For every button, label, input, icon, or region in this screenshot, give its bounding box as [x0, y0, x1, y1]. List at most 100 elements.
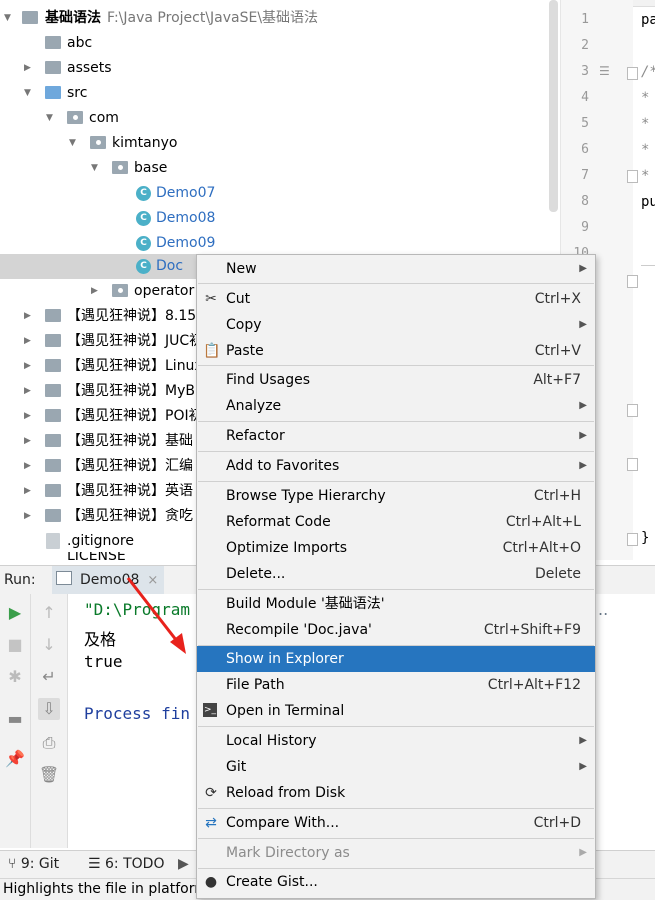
tree-item-com[interactable]: ▼ com: [0, 106, 560, 131]
tree-item-assets[interactable]: ▶ assets: [0, 56, 560, 81]
scroll-up-icon[interactable]: ↑: [38, 602, 60, 624]
trash-icon[interactable]: 🗑: [38, 764, 60, 786]
menu-item-create-gist[interactable]: ● Create Gist...: [197, 869, 595, 895]
fold-marker-icon[interactable]: [627, 170, 638, 183]
collapsed-arrow-icon[interactable]: ▶: [24, 329, 31, 354]
menu-item-reformat-code[interactable]: Reformat Code Ctrl+Alt+L: [197, 509, 595, 535]
menu-item-open-in-terminal[interactable]: >_ Open in Terminal: [197, 698, 595, 724]
git-tool-button[interactable]: ⑂ 9: Git: [8, 856, 59, 872]
menu-item-optimize-imports[interactable]: Optimize Imports Ctrl+Alt+O: [197, 535, 595, 561]
folder-icon: [45, 384, 61, 397]
console-line: "D:\Program: [84, 600, 190, 619]
pin-icon[interactable]: 📌: [4, 748, 26, 770]
fold-marker-icon[interactable]: [627, 533, 638, 546]
menu-item-refactor[interactable]: Refactor ▶: [197, 423, 595, 449]
tree-root[interactable]: ▼ 基础语法 F:\Java Project\JavaSE\基础语法: [0, 6, 560, 31]
scroll-to-end-icon[interactable]: ⇩: [38, 698, 60, 720]
tree-item-label: assets: [67, 60, 112, 76]
menu-item-new[interactable]: New ▶: [197, 256, 595, 282]
fold-marker-icon[interactable]: [627, 67, 638, 80]
collapsed-arrow-icon[interactable]: ▶: [24, 354, 31, 379]
tree-item-label: base: [134, 160, 168, 176]
fold-marker-icon[interactable]: [627, 404, 638, 417]
expand-arrow-icon[interactable]: ▼: [69, 131, 76, 156]
code-line[interactable]: *: [641, 168, 649, 184]
menu-item-git[interactable]: Git ▶: [197, 754, 595, 780]
menu-separator: [198, 481, 594, 482]
tree-item-label: com: [89, 110, 119, 126]
tree-scrollbar[interactable]: [549, 0, 558, 212]
line-number: 4: [581, 90, 589, 105]
code-line[interactable]: }: [641, 530, 649, 546]
stop-icon[interactable]: ■: [4, 634, 26, 656]
layout-icon[interactable]: ▬: [4, 708, 26, 730]
submenu-arrow-icon: ▶: [579, 761, 587, 772]
menu-item-build-module[interactable]: Build Module '基础语法': [197, 591, 595, 617]
menu-item-reload-from-disk[interactable]: ⟳ Reload from Disk: [197, 780, 595, 806]
folder-icon: [45, 61, 61, 74]
menu-item-recompile[interactable]: Recompile 'Doc.java' Ctrl+Shift+F9: [197, 617, 595, 643]
expand-arrow-icon[interactable]: ▼: [91, 156, 98, 181]
print-icon[interactable]: ⎙: [38, 732, 60, 754]
tree-item-demo07[interactable]: C Demo07: [0, 181, 560, 206]
java-class-icon: C: [136, 211, 151, 226]
debug-icon[interactable]: ✱: [4, 666, 26, 688]
scroll-down-icon[interactable]: ↓: [38, 634, 60, 656]
code-line[interactable]: *: [641, 142, 649, 158]
tree-item-kimtanyo[interactable]: ▼ kimtanyo: [0, 131, 560, 156]
menu-item-compare-with[interactable]: ⇄ Compare With... Ctrl+D: [197, 810, 595, 836]
collapsed-arrow-icon[interactable]: ▶: [24, 504, 31, 529]
menu-item-copy[interactable]: Copy ▶: [197, 312, 595, 338]
menu-separator: [198, 451, 594, 452]
close-icon[interactable]: ×: [147, 573, 158, 588]
tree-item-label: 【遇见狂神说】MyB: [67, 383, 195, 399]
menu-item-add-to-favorites[interactable]: Add to Favorites ▶: [197, 453, 595, 479]
git-tool-label: 9: Git: [20, 856, 60, 872]
menu-item-browse-type-hierarchy[interactable]: Browse Type Hierarchy Ctrl+H: [197, 483, 595, 509]
code-line[interactable]: *: [641, 90, 649, 106]
tree-item-base[interactable]: ▼ base: [0, 156, 560, 181]
source-folder-icon: [45, 86, 61, 99]
menu-item-paste[interactable]: 📋 Paste Ctrl+V: [197, 338, 595, 364]
menu-item-find-usages[interactable]: Find Usages Alt+F7: [197, 367, 595, 393]
collapsed-arrow-icon[interactable]: ▶: [91, 279, 98, 304]
collapsed-arrow-icon[interactable]: ▶: [24, 56, 31, 81]
tree-item-demo09[interactable]: C Demo09: [0, 231, 560, 256]
collapsed-arrow-icon[interactable]: ▶: [24, 454, 31, 479]
line-number: 1: [581, 12, 589, 27]
code-line[interactable]: pu: [641, 194, 655, 210]
line-number: 7: [581, 168, 589, 183]
java-class-icon: C: [136, 259, 151, 274]
collapsed-arrow-icon[interactable]: ▶: [24, 404, 31, 429]
fold-marker-icon[interactable]: [627, 275, 638, 288]
tree-item-src[interactable]: ▼ src: [0, 81, 560, 106]
tree-item-demo08[interactable]: C Demo08: [0, 206, 560, 231]
expand-arrow-icon[interactable]: ▼: [46, 106, 53, 131]
doc-render-icon[interactable]: ☰: [599, 64, 610, 78]
folder-icon: [45, 36, 61, 49]
todo-tool-button[interactable]: ☰ 6: TODO: [88, 856, 164, 872]
code-line[interactable]: /*: [641, 64, 655, 80]
tree-item-abc[interactable]: abc: [0, 31, 560, 56]
collapsed-arrow-icon[interactable]: ▶: [24, 479, 31, 504]
code-line[interactable]: pa: [641, 12, 655, 28]
collapsed-arrow-icon[interactable]: ▶: [24, 304, 31, 329]
expand-arrow-icon[interactable]: ▼: [24, 81, 31, 106]
menu-item-cut[interactable]: ✂ Cut Ctrl+X: [197, 286, 595, 312]
terminal-icon: >_: [203, 703, 217, 717]
menu-item-file-path[interactable]: File Path Ctrl+Alt+F12: [197, 672, 595, 698]
rerun-icon[interactable]: ▶: [4, 602, 26, 624]
run-tab-demo08[interactable]: Demo08 ×: [52, 566, 165, 594]
menu-item-local-history[interactable]: Local History ▶: [197, 728, 595, 754]
menu-item-delete[interactable]: Delete... Delete: [197, 561, 595, 587]
expand-arrow-icon[interactable]: ▼: [4, 6, 11, 31]
soft-wrap-icon[interactable]: ↵: [38, 666, 60, 688]
collapsed-arrow-icon[interactable]: ▶: [24, 379, 31, 404]
run-tool-button[interactable]: ▶: [178, 856, 189, 872]
code-line[interactable]: *: [641, 116, 649, 132]
menu-separator: [198, 421, 594, 422]
collapsed-arrow-icon[interactable]: ▶: [24, 429, 31, 454]
fold-marker-icon[interactable]: [627, 458, 638, 471]
menu-item-analyze[interactable]: Analyze ▶: [197, 393, 595, 419]
menu-item-show-in-explorer[interactable]: Show in Explorer: [197, 646, 595, 672]
